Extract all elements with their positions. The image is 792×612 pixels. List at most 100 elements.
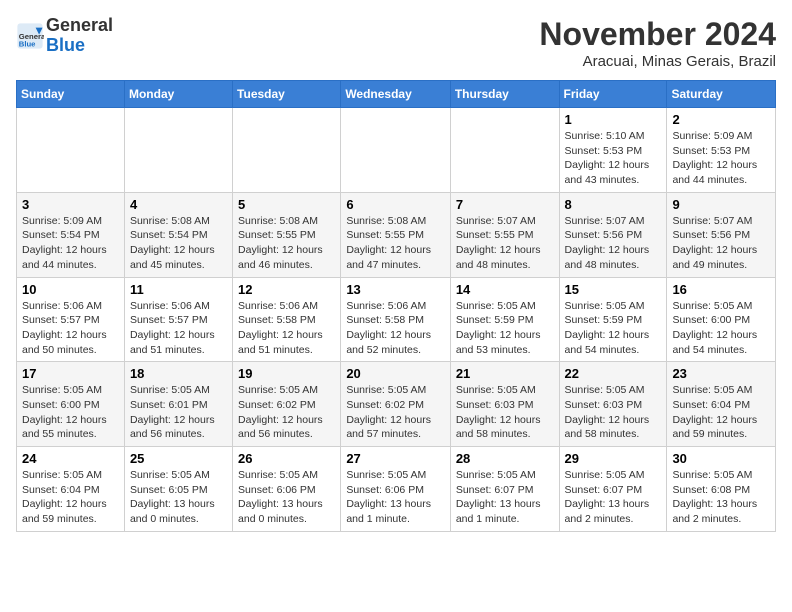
day-number: 26 — [238, 451, 335, 466]
day-number: 4 — [130, 197, 227, 212]
day-of-week-header: Saturday — [667, 81, 776, 108]
calendar-day-cell — [450, 108, 559, 193]
location-text: Aracuai, Minas Gerais, Brazil — [539, 53, 776, 70]
calendar-day-cell: 28 Sunrise: 5:05 AM Sunset: 6:07 PM Dayli… — [450, 447, 559, 532]
calendar-day-cell: 14 Sunrise: 5:05 AM Sunset: 5:59 PM Dayli… — [450, 277, 559, 362]
calendar-day-cell: 4 Sunrise: 5:08 AM Sunset: 5:54 PM Daylig… — [124, 192, 232, 277]
calendar-day-cell: 22 Sunrise: 5:05 AM Sunset: 6:03 PM Dayli… — [559, 362, 667, 447]
day-number: 23 — [672, 366, 770, 381]
day-info: Sunrise: 5:08 AM Sunset: 5:55 PM Dayligh… — [346, 214, 445, 273]
day-number: 22 — [565, 366, 662, 381]
day-info: Sunrise: 5:07 AM Sunset: 5:56 PM Dayligh… — [565, 214, 662, 273]
day-of-week-header: Monday — [124, 81, 232, 108]
day-info: Sunrise: 5:05 AM Sunset: 6:06 PM Dayligh… — [238, 468, 335, 527]
day-info: Sunrise: 5:06 AM Sunset: 5:57 PM Dayligh… — [22, 299, 119, 358]
title-area: November 2024 Aracuai, Minas Gerais, Bra… — [539, 16, 776, 70]
calendar-week-row: 17 Sunrise: 5:05 AM Sunset: 6:00 PM Dayli… — [17, 362, 776, 447]
calendar-day-cell — [341, 108, 451, 193]
day-of-week-header: Friday — [559, 81, 667, 108]
page-header: General Blue General Blue November 2024 … — [16, 16, 776, 70]
day-info: Sunrise: 5:06 AM Sunset: 5:58 PM Dayligh… — [346, 299, 445, 358]
day-number: 5 — [238, 197, 335, 212]
calendar-day-cell: 20Sunrise: 5:05 AM Sunset: 6:02 PM Dayli… — [341, 362, 451, 447]
calendar-day-cell: 12Sunrise: 5:06 AM Sunset: 5:58 PM Dayli… — [233, 277, 341, 362]
day-number: 20 — [346, 366, 445, 381]
day-number: 17 — [22, 366, 119, 381]
calendar-day-cell: 13 Sunrise: 5:06 AM Sunset: 5:58 PM Dayli… — [341, 277, 451, 362]
calendar-day-cell — [233, 108, 341, 193]
calendar-day-cell: 5 Sunrise: 5:08 AM Sunset: 5:55 PM Daylig… — [233, 192, 341, 277]
day-info: Sunrise: 5:09 AM Sunset: 5:54 PM Dayligh… — [22, 214, 119, 273]
calendar-day-cell: 25 Sunrise: 5:05 AM Sunset: 6:05 PM Dayli… — [124, 447, 232, 532]
day-info: Sunrise: 5:05 AM Sunset: 6:02 PM Dayligh… — [238, 383, 335, 442]
calendar-day-cell: 23 Sunrise: 5:05 AM Sunset: 6:04 PM Dayli… — [667, 362, 776, 447]
calendar-day-cell: 27 Sunrise: 5:05 AM Sunset: 6:06 PM Dayli… — [341, 447, 451, 532]
calendar-day-cell: 8Sunrise: 5:07 AM Sunset: 5:56 PM Daylig… — [559, 192, 667, 277]
day-info: Sunrise: 5:06 AM Sunset: 5:58 PM Dayligh… — [238, 299, 335, 358]
calendar-day-cell — [124, 108, 232, 193]
calendar-day-cell: 26 Sunrise: 5:05 AM Sunset: 6:06 PM Dayli… — [233, 447, 341, 532]
calendar-day-cell: 3 Sunrise: 5:09 AM Sunset: 5:54 PM Daylig… — [17, 192, 125, 277]
day-number: 14 — [456, 282, 554, 297]
day-number: 1 — [565, 112, 662, 127]
logo: General Blue General Blue — [16, 16, 113, 56]
day-number: 6 — [346, 197, 445, 212]
calendar-day-cell: 6 Sunrise: 5:08 AM Sunset: 5:55 PM Daylig… — [341, 192, 451, 277]
calendar-day-cell: 9 Sunrise: 5:07 AM Sunset: 5:56 PM Daylig… — [667, 192, 776, 277]
day-info: Sunrise: 5:05 AM Sunset: 6:08 PM Dayligh… — [672, 468, 770, 527]
day-info: Sunrise: 5:05 AM Sunset: 6:04 PM Dayligh… — [22, 468, 119, 527]
day-number: 27 — [346, 451, 445, 466]
calendar-week-row: 1 Sunrise: 5:10 AM Sunset: 5:53 PM Daylig… — [17, 108, 776, 193]
day-number: 21 — [456, 366, 554, 381]
calendar-day-cell: 17 Sunrise: 5:05 AM Sunset: 6:00 PM Dayli… — [17, 362, 125, 447]
day-info: Sunrise: 5:05 AM Sunset: 6:01 PM Dayligh… — [130, 383, 227, 442]
day-info: Sunrise: 5:05 AM Sunset: 6:05 PM Dayligh… — [130, 468, 227, 527]
day-info: Sunrise: 5:05 AM Sunset: 6:04 PM Dayligh… — [672, 383, 770, 442]
calendar-day-cell: 30 Sunrise: 5:05 AM Sunset: 6:08 PM Dayli… — [667, 447, 776, 532]
calendar-day-cell: 16 Sunrise: 5:05 AM Sunset: 6:00 PM Dayli… — [667, 277, 776, 362]
calendar-day-cell: 2 Sunrise: 5:09 AM Sunset: 5:53 PM Daylig… — [667, 108, 776, 193]
day-number: 9 — [672, 197, 770, 212]
day-info: Sunrise: 5:05 AM Sunset: 6:07 PM Dayligh… — [456, 468, 554, 527]
day-number: 7 — [456, 197, 554, 212]
day-info: Sunrise: 5:07 AM Sunset: 5:55 PM Dayligh… — [456, 214, 554, 273]
calendar-day-cell: 1 Sunrise: 5:10 AM Sunset: 5:53 PM Daylig… — [559, 108, 667, 193]
day-number: 2 — [672, 112, 770, 127]
day-info: Sunrise: 5:10 AM Sunset: 5:53 PM Dayligh… — [565, 129, 662, 188]
logo-general-text: General — [46, 15, 113, 35]
month-title: November 2024 — [539, 16, 776, 53]
day-number: 13 — [346, 282, 445, 297]
calendar-day-cell: 7 Sunrise: 5:07 AM Sunset: 5:55 PM Daylig… — [450, 192, 559, 277]
day-info: Sunrise: 5:05 AM Sunset: 6:06 PM Dayligh… — [346, 468, 445, 527]
calendar-week-row: 10 Sunrise: 5:06 AM Sunset: 5:57 PM Dayli… — [17, 277, 776, 362]
calendar-day-cell: 11Sunrise: 5:06 AM Sunset: 5:57 PM Dayli… — [124, 277, 232, 362]
day-info: Sunrise: 5:07 AM Sunset: 5:56 PM Dayligh… — [672, 214, 770, 273]
day-info: Sunrise: 5:09 AM Sunset: 5:53 PM Dayligh… — [672, 129, 770, 188]
calendar-week-row: 24 Sunrise: 5:05 AM Sunset: 6:04 PM Dayli… — [17, 447, 776, 532]
day-of-week-header: Wednesday — [341, 81, 451, 108]
day-number: 16 — [672, 282, 770, 297]
day-of-week-header: Sunday — [17, 81, 125, 108]
calendar-day-cell: 24 Sunrise: 5:05 AM Sunset: 6:04 PM Dayli… — [17, 447, 125, 532]
day-info: Sunrise: 5:05 AM Sunset: 6:00 PM Dayligh… — [672, 299, 770, 358]
day-info: Sunrise: 5:05 AM Sunset: 5:59 PM Dayligh… — [565, 299, 662, 358]
day-info: Sunrise: 5:08 AM Sunset: 5:54 PM Dayligh… — [130, 214, 227, 273]
day-number: 18 — [130, 366, 227, 381]
day-info: Sunrise: 5:05 AM Sunset: 6:00 PM Dayligh… — [22, 383, 119, 442]
day-of-week-header: Thursday — [450, 81, 559, 108]
day-number: 10 — [22, 282, 119, 297]
calendar-day-cell: 29Sunrise: 5:05 AM Sunset: 6:07 PM Dayli… — [559, 447, 667, 532]
day-number: 25 — [130, 451, 227, 466]
calendar-day-cell — [17, 108, 125, 193]
day-number: 24 — [22, 451, 119, 466]
day-number: 30 — [672, 451, 770, 466]
calendar-day-cell: 15Sunrise: 5:05 AM Sunset: 5:59 PM Dayli… — [559, 277, 667, 362]
day-info: Sunrise: 5:08 AM Sunset: 5:55 PM Dayligh… — [238, 214, 335, 273]
day-info: Sunrise: 5:05 AM Sunset: 6:03 PM Dayligh… — [565, 383, 662, 442]
day-number: 3 — [22, 197, 119, 212]
day-number: 28 — [456, 451, 554, 466]
day-info: Sunrise: 5:05 AM Sunset: 5:59 PM Dayligh… — [456, 299, 554, 358]
calendar-day-cell: 18 Sunrise: 5:05 AM Sunset: 6:01 PM Dayli… — [124, 362, 232, 447]
calendar-day-cell: 19Sunrise: 5:05 AM Sunset: 6:02 PM Dayli… — [233, 362, 341, 447]
calendar-day-cell: 10 Sunrise: 5:06 AM Sunset: 5:57 PM Dayli… — [17, 277, 125, 362]
